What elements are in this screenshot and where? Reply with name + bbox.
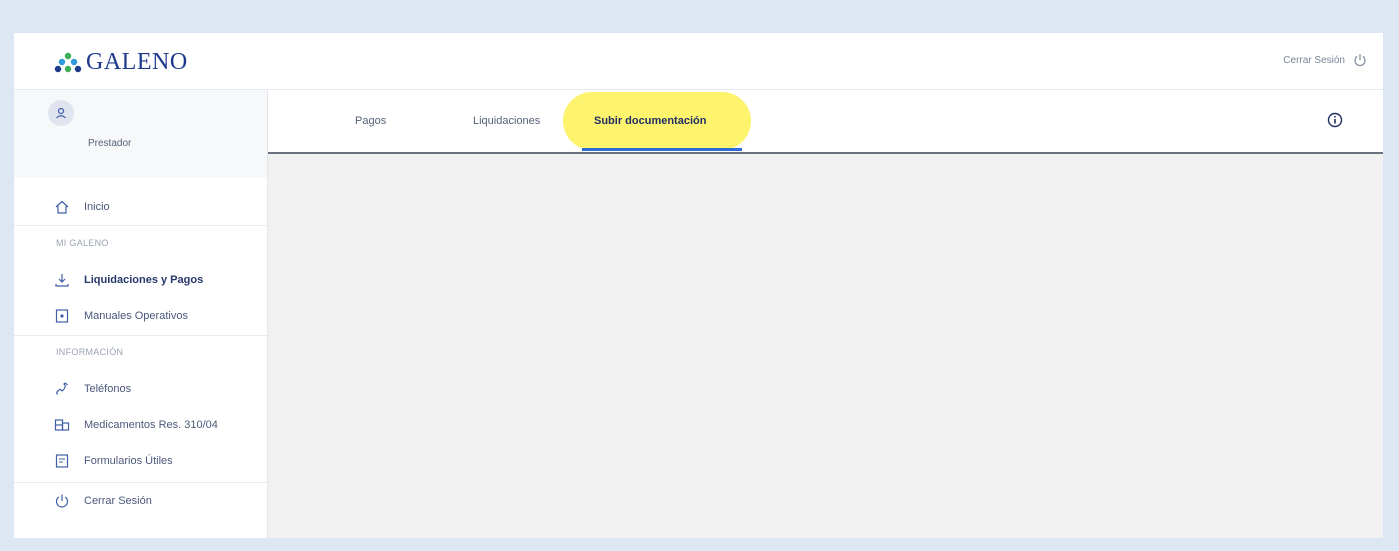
brand-name: GALENO — [86, 49, 188, 75]
section-label-informacion: INFORMACIÓN — [56, 347, 124, 357]
tab-pagos[interactable]: Pagos — [355, 115, 386, 127]
form-icon — [54, 453, 70, 469]
power-icon — [54, 493, 70, 509]
sidebar-item-label: Formularios Útiles — [84, 455, 173, 467]
home-icon — [54, 199, 70, 215]
divider — [14, 482, 267, 483]
avatar — [48, 100, 74, 126]
sidebar-item-manuales-operativos[interactable]: Manuales Operativos — [14, 301, 267, 331]
sidebar-item-label: Cerrar Sesión — [84, 495, 152, 507]
divider — [14, 225, 267, 226]
divider — [14, 335, 267, 336]
pills-icon — [54, 417, 70, 433]
power-icon — [1354, 54, 1366, 67]
sidebar-item-label: Manuales Operativos — [84, 310, 188, 322]
tab-bar: Pagos Liquidaciones Subir documentación — [268, 90, 1383, 154]
info-icon[interactable] — [1327, 112, 1343, 128]
sidebar-item-label: Inicio — [84, 201, 110, 213]
sidebar-item-label: Teléfonos — [84, 383, 132, 395]
galeno-logo[interactable]: GALENO — [54, 49, 188, 76]
active-tab-indicator — [582, 148, 742, 151]
sidebar-item-cerrar-sesion[interactable]: Cerrar Sesión — [14, 486, 267, 516]
sidebar-item-telefonos[interactable]: Teléfonos — [14, 374, 267, 404]
sidebar-item-label: Liquidaciones y Pagos — [84, 274, 204, 286]
tab-subir-documentacion[interactable]: Subir documentación — [594, 115, 706, 127]
top-bar: GALENO Cerrar Sesión — [14, 33, 1383, 90]
manual-icon — [54, 308, 70, 324]
sidebar-item-liquidaciones-y-pagos[interactable]: Liquidaciones y Pagos — [14, 265, 267, 295]
download-tray-icon — [54, 272, 70, 288]
sidebar-item-medicamentos[interactable]: Medicamentos Res. 310/04 — [14, 410, 267, 440]
section-label-mi-galeno: MI GALENO — [56, 238, 109, 248]
user-icon — [56, 107, 66, 119]
tab-liquidaciones[interactable]: Liquidaciones — [473, 115, 540, 127]
sidebar-item-formularios-utiles[interactable]: Formularios Útiles — [14, 446, 267, 476]
sidebar: Prestador Inicio MI GALENO Liquidaciones… — [14, 90, 268, 538]
user-card: Prestador — [14, 90, 267, 178]
phone-icon — [54, 381, 70, 397]
header-logout-button[interactable]: Cerrar Sesión — [1283, 53, 1367, 67]
user-role: Prestador — [88, 138, 132, 149]
galeno-logo-icon — [54, 52, 82, 72]
sidebar-item-inicio[interactable]: Inicio — [14, 192, 267, 222]
sidebar-item-label: Medicamentos Res. 310/04 — [84, 419, 218, 431]
header-logout-label: Cerrar Sesión — [1283, 54, 1345, 66]
app-window: GALENO Cerrar Sesión Prestador Inicio MI… — [14, 33, 1383, 538]
main-content — [268, 154, 1383, 538]
